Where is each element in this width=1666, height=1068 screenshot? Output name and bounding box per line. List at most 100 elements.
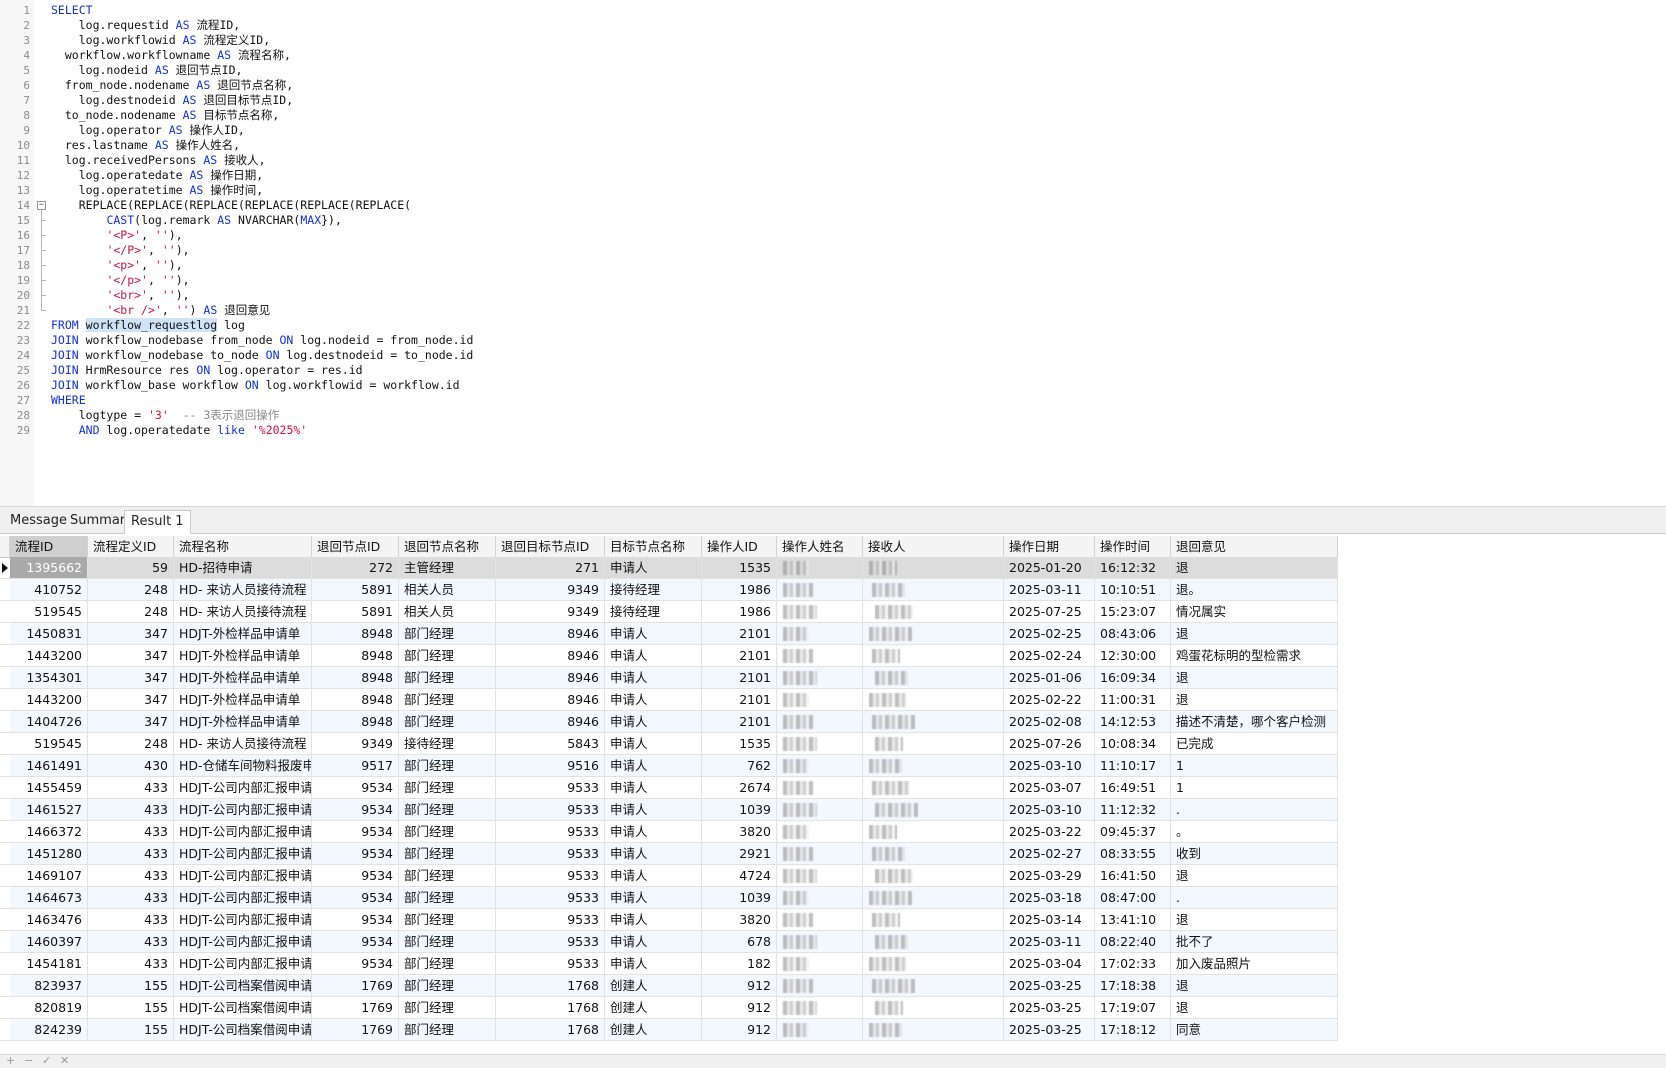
table-cell[interactable]: 9534 [312,865,399,887]
table-cell[interactable]: 433 [88,865,174,887]
table-cell[interactable]: 部门经理 [399,1019,496,1041]
table-cell[interactable]: 主管经理 [399,557,496,579]
table-cell[interactable]: 2025-03-07 [1004,777,1095,799]
table-cell[interactable] [863,689,1004,711]
table-cell[interactable]: 2025-03-11 [1004,931,1095,953]
table-cell[interactable]: 1443200 [10,689,88,711]
table-cell[interactable]: 2025-03-11 [1004,579,1095,601]
table-cell[interactable]: 9534 [312,777,399,799]
table-cell[interactable]: HDJT-公司内部汇报申请流 [174,909,312,931]
table-cell[interactable]: 接待经理 [605,579,702,601]
row-indicator[interactable] [0,755,10,777]
table-cell[interactable]: 退 [1171,997,1338,1019]
table-cell[interactable]: 2025-03-25 [1004,975,1095,997]
table-cell[interactable] [777,733,863,755]
table-cell[interactable]: 9534 [312,821,399,843]
table-cell[interactable] [777,799,863,821]
sql-editor[interactable]: 1 2 3 4 5 6 7 8 9 10 11 12 13 14 15 16 17 18 19 20 21 22 23 24 2… [0,0,1666,506]
table-cell[interactable]: 申请人 [605,733,702,755]
table-cell[interactable]: 820819 [10,997,88,1019]
table-cell[interactable]: 433 [88,799,174,821]
table-cell[interactable] [863,865,1004,887]
table-cell[interactable] [777,909,863,931]
column-header[interactable]: 退回节点ID [312,536,399,558]
table-cell[interactable]: 248 [88,601,174,623]
current-row-indicator-icon[interactable] [0,557,10,579]
table-cell[interactable]: 9349 [496,579,605,601]
table-cell[interactable]: HDJT-公司内部汇报申请流 [174,953,312,975]
table-cell[interactable]: 退 [1171,689,1338,711]
table-cell[interactable]: 申请人 [605,843,702,865]
table-cell[interactable]: 部门经理 [399,623,496,645]
table-cell[interactable]: 1354301 [10,667,88,689]
table-cell[interactable]: 8946 [496,645,605,667]
column-header[interactable]: 操作时间 [1095,536,1171,558]
table-cell[interactable]: HDJT-外检样品申请单 [174,645,312,667]
table-cell[interactable]: 部门经理 [399,975,496,997]
row-indicator[interactable] [0,997,10,1019]
table-cell[interactable]: 09:45:37 [1095,821,1171,843]
table-cell[interactable]: 9533 [496,843,605,865]
row-indicator[interactable] [0,645,10,667]
table-cell[interactable]: 。 [1171,821,1338,843]
table-cell[interactable]: 2025-02-27 [1004,843,1095,865]
table-cell[interactable]: HDJT-公司档案借阅申请 [174,997,312,1019]
table-cell[interactable]: 16:41:50 [1095,865,1171,887]
table-cell[interactable]: 部门经理 [399,909,496,931]
table-cell[interactable]: 2025-03-04 [1004,953,1095,975]
table-cell[interactable]: 433 [88,931,174,953]
table-cell[interactable]: 2025-03-18 [1004,887,1095,909]
table-cell[interactable]: 824239 [10,1019,88,1041]
table-cell[interactable] [863,1019,1004,1041]
table-cell[interactable]: 08:33:55 [1095,843,1171,865]
minus-icon[interactable]: − [24,1055,33,1067]
column-header[interactable]: 退回意见 [1171,536,1338,558]
table-cell[interactable]: 1768 [496,1019,605,1041]
column-header[interactable]: 退回目标节点ID [496,536,605,558]
table-cell[interactable]: 347 [88,623,174,645]
table-cell[interactable]: HDJT-公司档案借阅申请 [174,975,312,997]
table-cell[interactable]: 部门经理 [399,755,496,777]
table-cell[interactable]: 9534 [312,909,399,931]
table-cell[interactable]: HDJT-公司内部汇报申请流 [174,843,312,865]
row-indicator[interactable] [0,667,10,689]
table-cell[interactable]: 11:10:17 [1095,755,1171,777]
table-cell[interactable]: 1769 [312,975,399,997]
table-cell[interactable]: 9533 [496,931,605,953]
row-indicator[interactable] [0,579,10,601]
table-cell[interactable] [863,975,1004,997]
table-cell[interactable]: 13:41:10 [1095,909,1171,931]
table-cell[interactable]: . [1171,799,1338,821]
row-indicator[interactable] [0,865,10,887]
table-cell[interactable]: 17:19:07 [1095,997,1171,1019]
table-cell[interactable]: 2025-01-20 [1004,557,1095,579]
table-cell[interactable]: 9533 [496,777,605,799]
table-cell[interactable]: 描述不清楚，哪个客户检测 [1171,711,1338,733]
table-cell[interactable]: 申请人 [605,645,702,667]
table-cell[interactable]: 2101 [702,645,777,667]
row-indicator[interactable] [0,887,10,909]
table-cell[interactable]: 退 [1171,975,1338,997]
table-cell[interactable] [863,777,1004,799]
row-indicator[interactable] [0,843,10,865]
table-cell[interactable]: 2674 [702,777,777,799]
table-cell[interactable]: 433 [88,843,174,865]
table-cell[interactable]: 16:09:34 [1095,667,1171,689]
table-cell[interactable] [863,887,1004,909]
column-header[interactable]: 操作人姓名 [777,536,863,558]
column-header[interactable]: 流程定义ID [88,536,174,558]
table-cell[interactable]: HD-招待申请 [174,557,312,579]
table-cell[interactable]: 15:23:07 [1095,601,1171,623]
table-cell[interactable]: 155 [88,1019,174,1041]
table-cell[interactable]: 1461491 [10,755,88,777]
table-cell[interactable]: 申请人 [605,931,702,953]
table-cell[interactable]: 9533 [496,799,605,821]
table-cell[interactable]: 2025-03-22 [1004,821,1095,843]
table-cell[interactable] [777,1019,863,1041]
table-cell[interactable]: HD- 来访人员接待流程 [174,601,312,623]
table-cell[interactable]: 申请人 [605,799,702,821]
table-cell[interactable]: 部门经理 [399,777,496,799]
row-indicator[interactable] [0,931,10,953]
table-cell[interactable]: 创建人 [605,997,702,1019]
table-cell[interactable] [863,711,1004,733]
